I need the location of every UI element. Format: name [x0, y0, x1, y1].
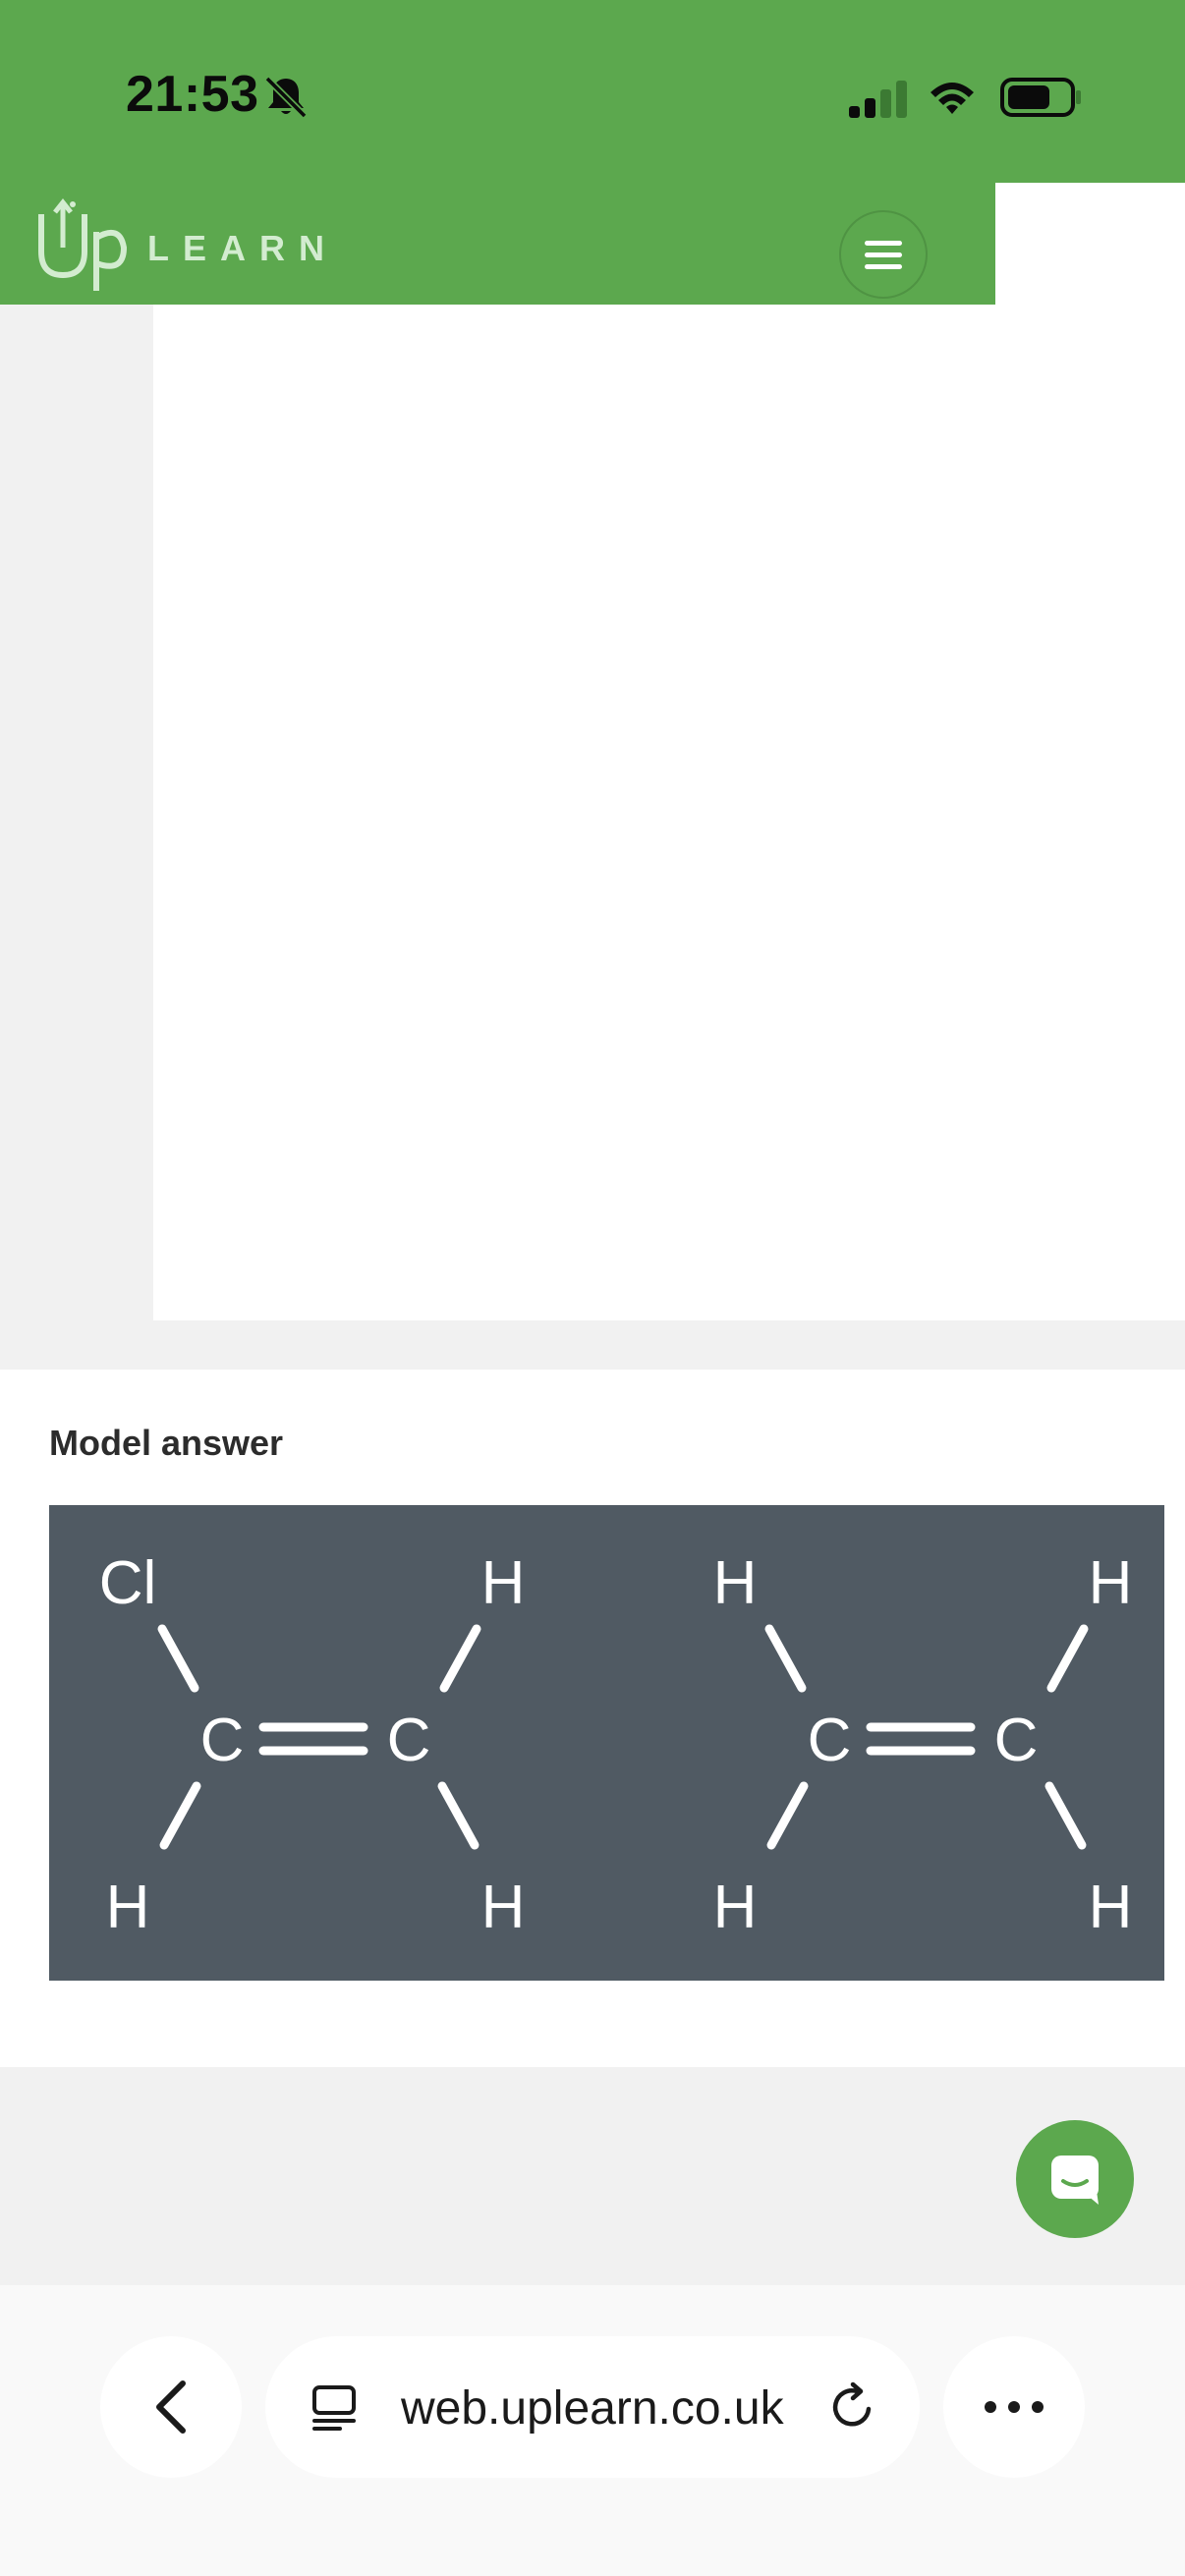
menu-button[interactable]: [839, 210, 928, 299]
atom-h: H: [481, 1549, 526, 1617]
more-button[interactable]: [943, 2336, 1085, 2478]
hamburger-menu-icon: [865, 240, 902, 269]
bell-slash-icon: [264, 76, 308, 119]
tabs-icon[interactable]: [310, 2383, 358, 2433]
atom-h: H: [1089, 1549, 1133, 1617]
chat-button[interactable]: [1016, 2120, 1134, 2238]
chat-bubble-icon: [1051, 2156, 1099, 2205]
model-answer-title: Model answer: [49, 1423, 284, 1463]
atom-h: H: [481, 1874, 526, 1941]
atom-h: H: [106, 1874, 150, 1941]
url-text[interactable]: web.uplearn.co.uk: [401, 2381, 784, 2436]
wifi-icon: [931, 83, 974, 114]
atom-h: H: [713, 1874, 758, 1941]
atom-c: C: [994, 1707, 1039, 1774]
reload-icon[interactable]: [827, 2381, 878, 2433]
logo-word: LEARN: [147, 228, 338, 268]
atom-h: H: [1089, 1874, 1133, 1941]
atom-cl: Cl: [99, 1549, 157, 1617]
atom-c: C: [808, 1707, 852, 1774]
battery-icon: [1000, 78, 1081, 117]
atom-c: C: [387, 1707, 431, 1774]
content-panel: [153, 305, 1185, 1320]
back-button[interactable]: [100, 2336, 242, 2478]
cellular-signal-icon: [849, 81, 907, 118]
chevron-left-icon: [156, 2380, 186, 2434]
atom-h: H: [713, 1549, 758, 1617]
atom-c: C: [200, 1707, 245, 1774]
status-time: 21:53: [126, 66, 259, 123]
header-background: [995, 183, 1185, 305]
model-answer-image: Cl H C C H H H H C C H H: [49, 1505, 1164, 1981]
ellipsis-icon: [985, 2401, 1044, 2413]
